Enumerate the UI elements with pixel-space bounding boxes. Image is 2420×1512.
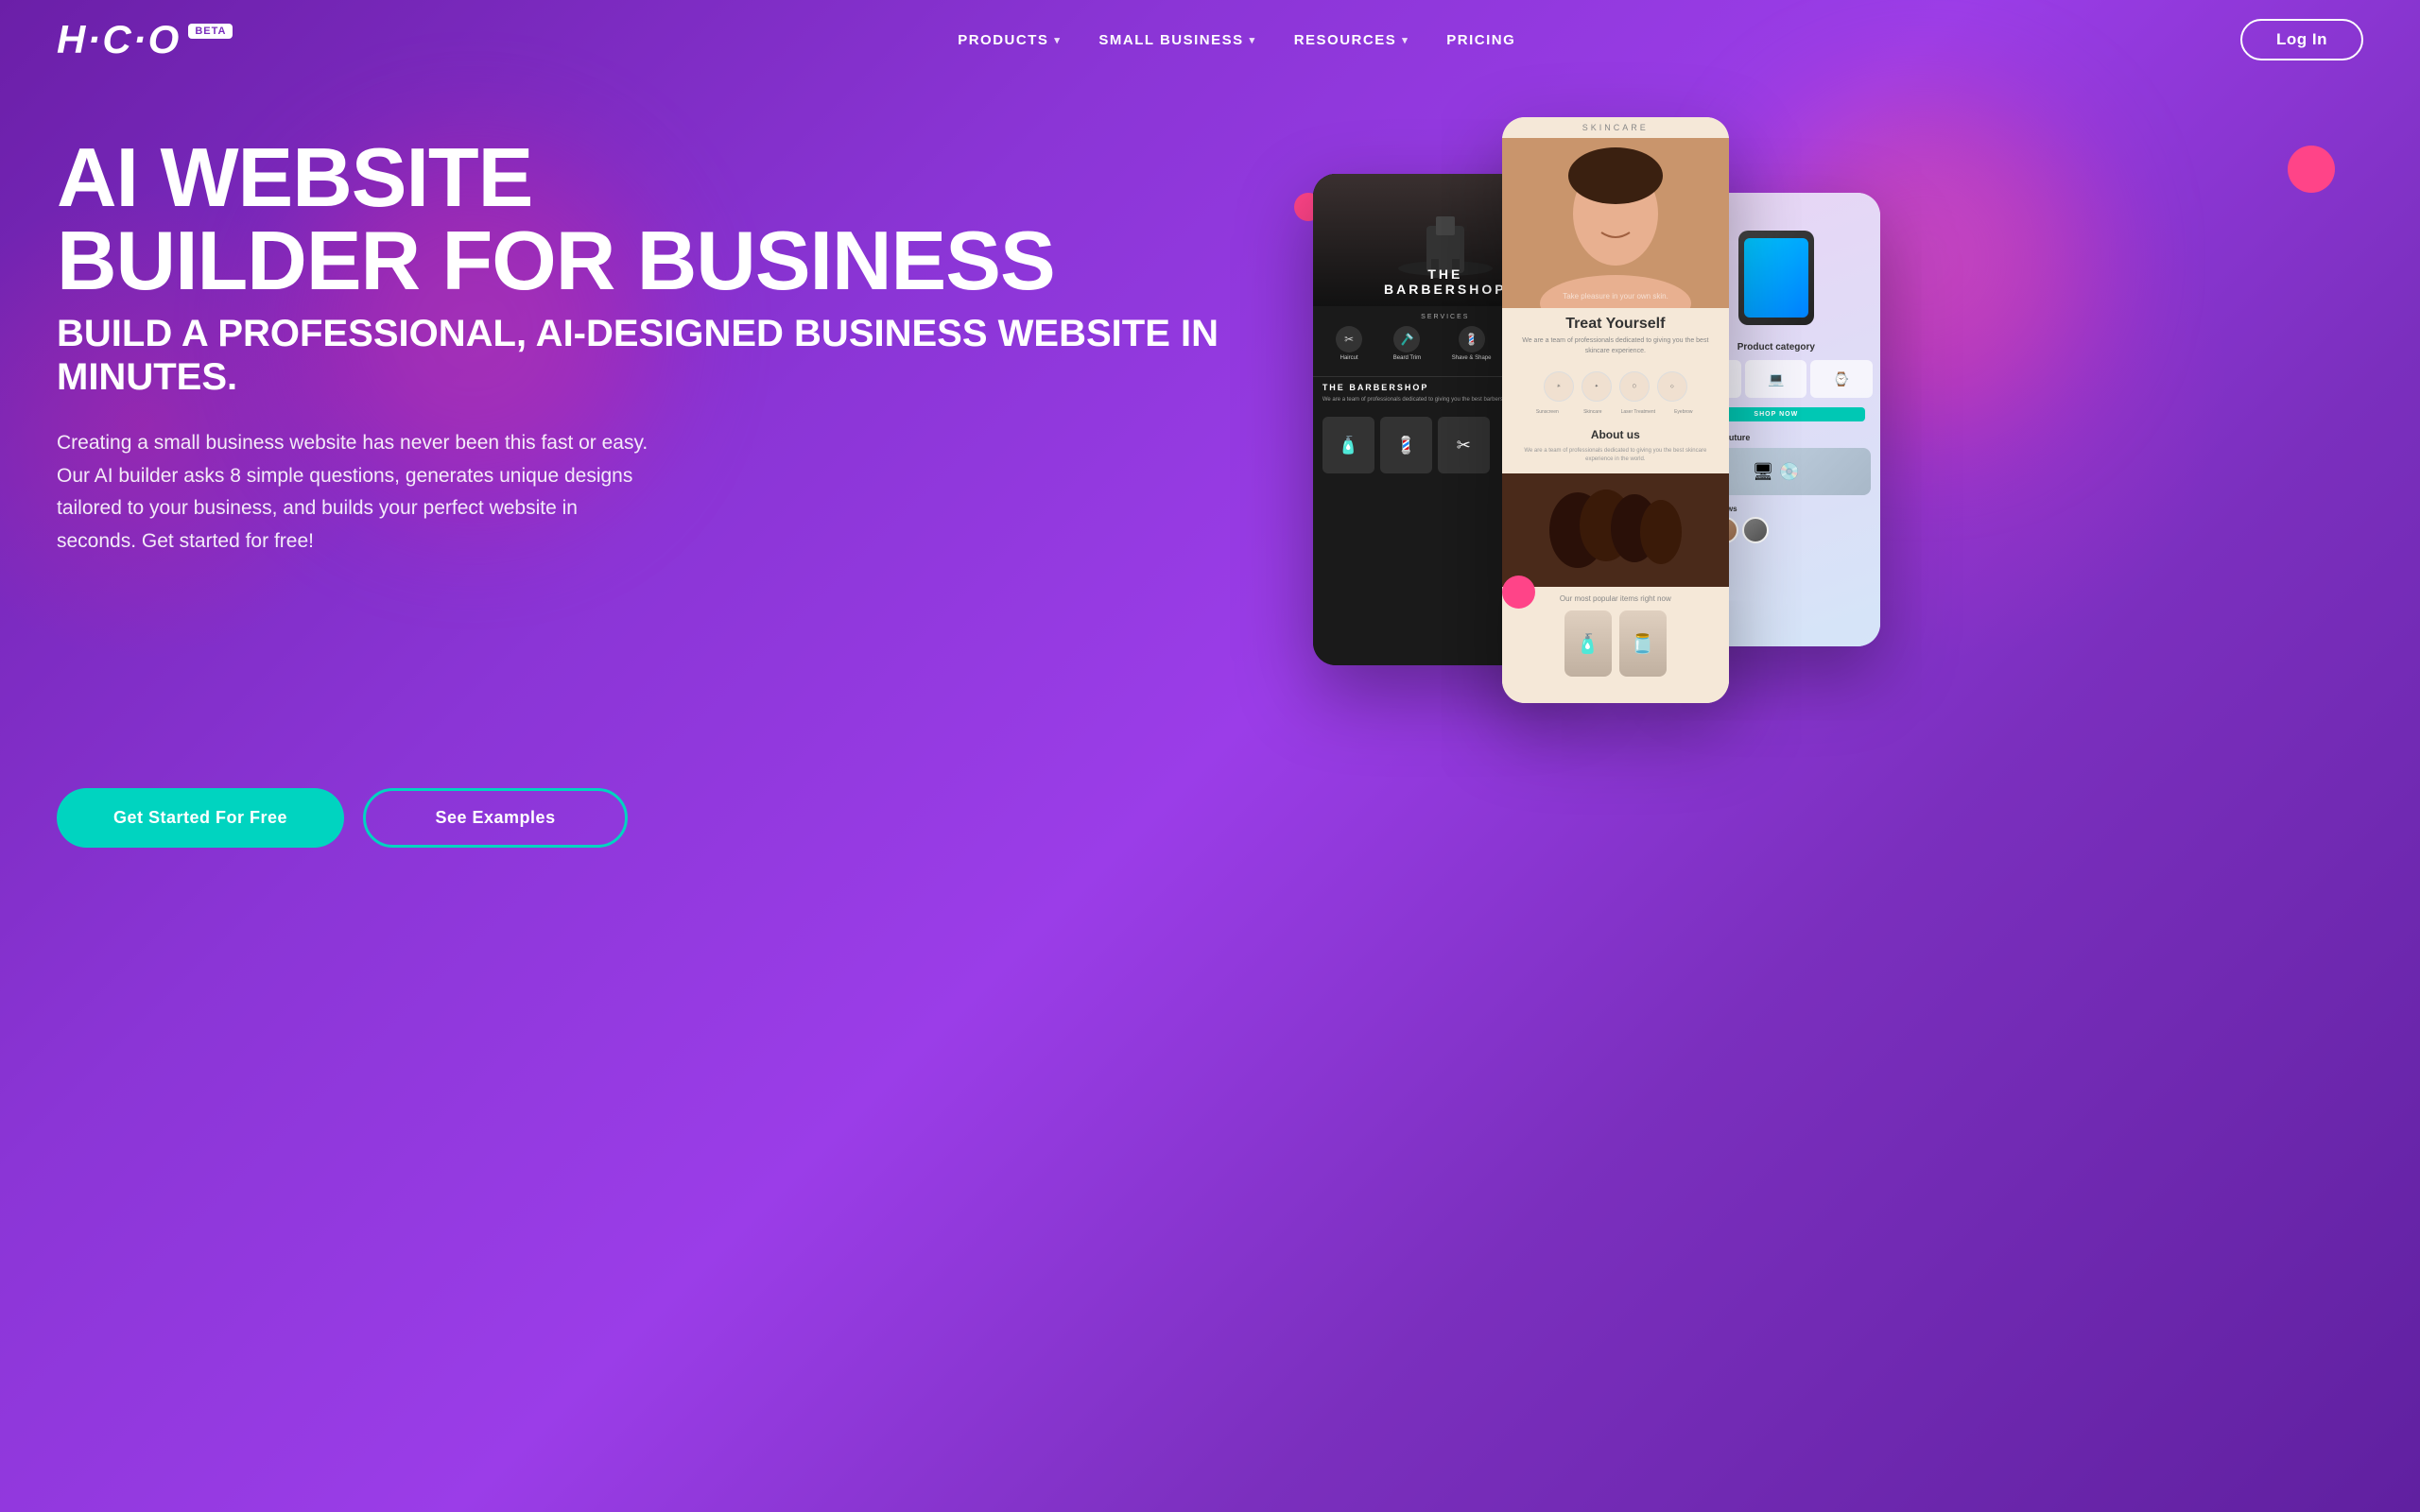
circle-laser: ⬡ — [1619, 371, 1650, 402]
service-beard: 🪒 Beard Trim — [1393, 326, 1421, 361]
review-avatar-3 — [1742, 517, 1769, 543]
nav-link-pricing[interactable]: PRICING — [1446, 32, 1515, 48]
nav-link-products[interactable]: PRODUCTS ▾ — [958, 32, 1061, 48]
cta-secondary-button[interactable]: See Examples — [363, 788, 628, 848]
product-thumb-2: 💈 — [1380, 417, 1432, 473]
shave-label: Shave & Shape — [1452, 355, 1492, 361]
skincare-popular-label: Our most popular items right now — [1502, 587, 1729, 607]
hero-phone-mockups: THE BARBERSHOP SERVICES ✂ Haircut 🪒 — [1256, 117, 2363, 760]
skincare-product-2: 🫙 — [1619, 610, 1667, 677]
tech-phone-screen — [1744, 238, 1808, 318]
nav-item-resources[interactable]: RESOURCES ▾ — [1294, 32, 1409, 48]
svg-text:Take pleasure in your own skin: Take pleasure in your own skin. — [1563, 292, 1668, 301]
nav-link-resources[interactable]: RESOURCES ▾ — [1294, 32, 1409, 48]
haircut-icon: ✂ — [1336, 326, 1362, 352]
nav-item-products[interactable]: PRODUCTS ▾ — [958, 32, 1061, 48]
tech-item-2: 💻 — [1745, 360, 1806, 398]
label-skincare: Skincare — [1574, 409, 1612, 415]
logo-area: H·C·O BETA — [57, 20, 233, 60]
barbershop-overlay-text: THE BARBERSHOP — [1379, 266, 1512, 297]
skincare-category-circles: ☀ ✦ ⬡ ◇ — [1502, 366, 1729, 407]
hero-title: AI WEBSITE BUILDER FOR BUSINESS — [57, 136, 1256, 302]
hero-title-line1: AI WEBSITE — [57, 130, 532, 224]
shop-svg — [1502, 473, 1729, 587]
skincare-content: SKINCARE — [1502, 117, 1729, 703]
cta-primary-button[interactable]: Get Started For Free — [57, 788, 344, 848]
nav-links: PRODUCTS ▾ SMALL BUSINESS ▾ RESOURCES ▾ … — [958, 32, 1515, 48]
label-laser: Laser Treatment — [1619, 409, 1657, 415]
hero-title-line2: BUILDER FOR BUSINESS — [57, 214, 1055, 307]
login-button[interactable]: Log In — [2240, 19, 2363, 60]
skincare-brand: SKINCARE — [1502, 117, 1729, 138]
barbershop-title: THE BARBERSHOP — [1379, 266, 1512, 297]
skincare-products: 🧴 🫙 — [1502, 607, 1729, 680]
beta-badge: BETA — [188, 24, 233, 39]
circle-sunscreen: ☀ — [1544, 371, 1574, 402]
tech-item-3: ⌚ — [1810, 360, 1872, 398]
haircut-label: Haircut — [1340, 355, 1358, 361]
product-thumb-3: ✂ — [1438, 417, 1490, 473]
logo-text: H·C·O — [57, 20, 181, 60]
face-svg: Take pleasure in your own skin. — [1502, 138, 1729, 308]
product-thumb-1: 🧴 — [1322, 417, 1374, 473]
beard-icon: 🪒 — [1393, 326, 1420, 352]
service-haircut: ✂ Haircut — [1336, 326, 1362, 361]
skincare-treat-title: Treat Yourself — [1502, 308, 1729, 336]
chevron-down-icon-3: ▾ — [1402, 34, 1409, 46]
beard-label: Beard Trim — [1393, 355, 1421, 361]
skincare-product-1: 🧴 — [1564, 610, 1612, 677]
tech-phone-image — [1738, 231, 1814, 325]
nav-label-products: PRODUCTS — [958, 32, 1048, 48]
hero-subtitle: BUILD A PROFESSIONAL, AI-DESIGNED BUSINE… — [57, 312, 1256, 399]
skincare-shop-image — [1502, 473, 1729, 587]
skincare-about-text: We are a team of professionals dedicated… — [1502, 447, 1729, 473]
skincare-treat-desc: We are a team of professionals dedicated… — [1502, 336, 1729, 366]
skincare-circle-labels: Sunscreen Skincare Laser Treatment Eyebr… — [1502, 407, 1729, 422]
nav-label-resources: RESOURCES — [1294, 32, 1397, 48]
nav-link-small-business[interactable]: SMALL BUSINESS ▾ — [1098, 32, 1255, 48]
service-shave: 💈 Shave & Shape — [1452, 326, 1492, 361]
deco-circle-pink-2 — [2288, 146, 2335, 193]
phone-skincare: SKINCARE — [1502, 117, 1729, 703]
nav-item-small-business[interactable]: SMALL BUSINESS ▾ — [1098, 32, 1255, 48]
nav-label-small-business: SMALL BUSINESS — [1098, 32, 1243, 48]
skincare-hero-image: Take pleasure in your own skin. — [1502, 138, 1729, 308]
label-eyebrow: Eyebrow — [1665, 409, 1703, 415]
hero-left-content: AI WEBSITE BUILDER FOR BUSINESS BUILD A … — [57, 117, 1256, 558]
navigation: H·C·O BETA PRODUCTS ▾ SMALL BUSINESS ▾ R… — [0, 0, 2420, 79]
bottom-cta-section: Get Started For Free See Examples — [0, 760, 2420, 885]
hero-section: AI WEBSITE BUILDER FOR BUSINESS BUILD A … — [0, 79, 2420, 760]
circle-eyebrow: ◇ — [1657, 371, 1687, 402]
shave-icon: 💈 — [1459, 326, 1485, 352]
nav-item-pricing[interactable]: PRICING — [1446, 32, 1515, 48]
chevron-down-icon-2: ▾ — [1250, 34, 1256, 46]
skincare-about-title: About us — [1502, 422, 1729, 447]
nav-label-pricing: PRICING — [1446, 32, 1515, 48]
label-sunscreen: Sunscreen — [1529, 409, 1566, 415]
hero-description: Creating a small business website has ne… — [57, 427, 662, 558]
face-placeholder: Take pleasure in your own skin. — [1502, 138, 1729, 308]
circle-skincare: ✦ — [1582, 371, 1612, 402]
chevron-down-icon: ▾ — [1054, 34, 1061, 46]
